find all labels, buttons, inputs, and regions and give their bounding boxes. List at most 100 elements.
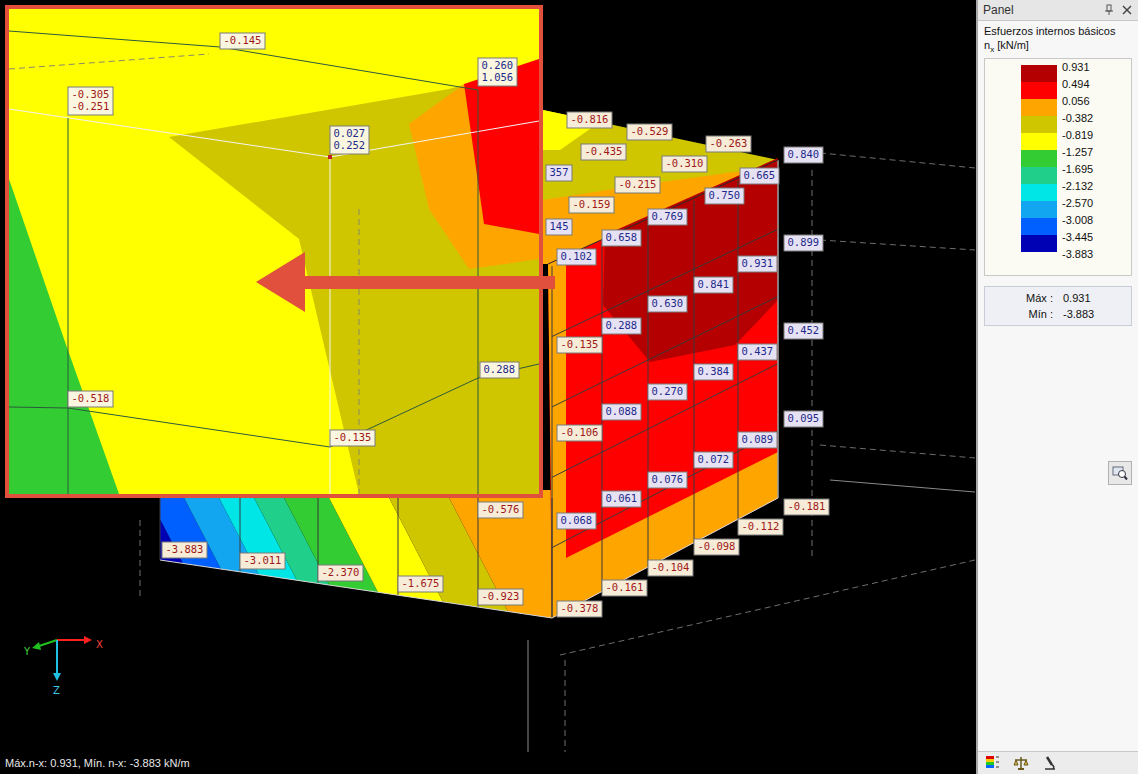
pointer-arrow-icon <box>0 0 976 752</box>
legend-swatch <box>1021 184 1057 201</box>
value-label: -0.576 <box>478 502 523 518</box>
svg-text:-0.161: -0.161 <box>606 581 644 593</box>
svg-text:-0.145: -0.145 <box>224 34 262 46</box>
value-label: 357 <box>546 165 572 181</box>
balance-icon[interactable] <box>1013 755 1029 771</box>
svg-text:X: X <box>96 639 103 650</box>
legend-swatch <box>1021 235 1057 252</box>
svg-text:-0.135: -0.135 <box>334 431 372 443</box>
svg-text:0.658: 0.658 <box>606 231 638 243</box>
panel-toolbar <box>978 751 1138 774</box>
svg-text:-0.098: -0.098 <box>698 540 736 552</box>
detail-inset: -0.145-0.305-0.2510.2601.0560.0270.2520.… <box>5 5 543 498</box>
magnifier-icon <box>1112 465 1128 481</box>
legend-swatch <box>1021 116 1057 133</box>
value-label: -0.104 <box>648 560 693 576</box>
value-label: -0.112 <box>738 519 783 535</box>
svg-text:0.437: 0.437 <box>742 345 774 357</box>
value-label: 0.452 <box>784 323 823 339</box>
svg-text:0.061: 0.061 <box>606 492 638 504</box>
svg-text:-0.263: -0.263 <box>710 137 748 149</box>
value-label: -0.135 <box>330 430 375 446</box>
svg-text:-0.923: -0.923 <box>482 590 520 602</box>
legend-swatch <box>1021 252 1057 269</box>
value-label: -3.883 <box>162 542 207 558</box>
svg-text:-3.883: -3.883 <box>166 543 204 555</box>
svg-text:-0.215: -0.215 <box>619 178 657 190</box>
value-label: 0.931 <box>738 256 777 272</box>
side-panel: PanelEsfuerzos internos básicosnx[kN/m]0… <box>976 0 1138 774</box>
svg-text:0.750: 0.750 <box>709 189 741 201</box>
zoom-button[interactable] <box>1108 461 1132 485</box>
value-label: 0.0270.252 <box>330 126 369 154</box>
svg-text:357: 357 <box>550 166 569 178</box>
pin-icon[interactable] <box>1103 4 1115 16</box>
value-label: 0.750 <box>705 188 744 204</box>
svg-text:0.088: 0.088 <box>606 405 638 417</box>
summary-row: Mín :-3.883 <box>993 306 1123 322</box>
svg-text:-0.159: -0.159 <box>573 198 611 210</box>
value-label: 145 <box>546 219 572 235</box>
value-label: -0.159 <box>569 197 614 213</box>
front-faces <box>543 110 778 618</box>
svg-text:-0.576: -0.576 <box>482 503 520 515</box>
value-label: 0.899 <box>784 235 823 251</box>
value-label: -0.305-0.251 <box>68 87 113 115</box>
value-label: -0.161 <box>602 580 647 596</box>
value-label: -0.923 <box>478 589 523 605</box>
svg-text:145: 145 <box>550 220 569 232</box>
max-min-box: Máx :0.931Mín :-3.883 <box>984 286 1132 326</box>
close-icon[interactable] <box>1121 4 1133 16</box>
legend-swatch <box>1021 201 1057 218</box>
svg-text:0.260: 0.260 <box>482 59 514 71</box>
value-label: -0.529 <box>627 124 672 140</box>
svg-text:-0.518: -0.518 <box>72 392 110 404</box>
svg-text:-0.106: -0.106 <box>561 426 599 438</box>
value-label: -0.135 <box>557 337 602 353</box>
color-legend: 0.9310.4940.056-0.382-0.819-1.257-1.695-… <box>984 58 1132 276</box>
value-label: -0.263 <box>706 136 751 152</box>
value-label: -0.518 <box>68 391 113 407</box>
value-label: -0.816 <box>567 112 612 128</box>
svg-text:-0.529: -0.529 <box>631 125 669 137</box>
color-scale-icon[interactable] <box>984 755 1000 771</box>
svg-text:-0.112: -0.112 <box>742 520 780 532</box>
svg-text:0.769: 0.769 <box>652 210 684 222</box>
svg-text:-0.104: -0.104 <box>652 561 690 573</box>
value-label: 0.769 <box>648 209 687 225</box>
svg-text:0.384: 0.384 <box>698 365 730 377</box>
legend-row: -3.883 <box>1021 252 1131 269</box>
value-label: -1.675 <box>398 576 443 592</box>
value-label: -2.370 <box>318 565 363 581</box>
svg-text:-0.310: -0.310 <box>666 157 704 169</box>
microscope-icon[interactable] <box>1042 755 1058 771</box>
value-label: 0.384 <box>694 364 733 380</box>
svg-text:0.630: 0.630 <box>652 297 684 309</box>
viewport[interactable]: -0.816-0.529-0.2630.840-0.435-0.3100.665… <box>0 0 976 774</box>
legend-swatch <box>1021 99 1057 116</box>
svg-text:-1.675: -1.675 <box>402 577 440 589</box>
app-window: -0.816-0.529-0.2630.840-0.435-0.3100.665… <box>0 0 1138 774</box>
svg-text:-0.181: -0.181 <box>788 500 826 512</box>
svg-text:0.095: 0.095 <box>788 412 820 424</box>
value-label: -0.181 <box>784 499 829 515</box>
value-label: 0.072 <box>694 452 733 468</box>
value-label: 0.095 <box>784 411 823 427</box>
value-label: -3.011 <box>240 553 285 569</box>
value-label: 0.061 <box>602 491 641 507</box>
value-label: 0.665 <box>740 168 779 184</box>
model-canvas[interactable]: -0.816-0.529-0.2630.840-0.435-0.3100.665… <box>0 0 976 752</box>
svg-text:-2.370: -2.370 <box>322 566 360 578</box>
detail-view: -0.145-0.305-0.2510.2601.0560.0270.2520.… <box>9 9 539 494</box>
svg-text:-0.435: -0.435 <box>585 145 623 157</box>
value-label: 0.288 <box>480 362 519 378</box>
value-label: -0.106 <box>557 425 602 441</box>
svg-text:0.076: 0.076 <box>652 473 684 485</box>
svg-text:0.270: 0.270 <box>652 385 684 397</box>
svg-text:0.089: 0.089 <box>742 433 774 445</box>
svg-text:0.899: 0.899 <box>788 236 820 248</box>
legend-swatch <box>1021 150 1057 167</box>
svg-text:-0.135: -0.135 <box>561 338 599 350</box>
summary-row: Máx :0.931 <box>993 290 1123 306</box>
svg-text:Y: Y <box>23 646 31 657</box>
